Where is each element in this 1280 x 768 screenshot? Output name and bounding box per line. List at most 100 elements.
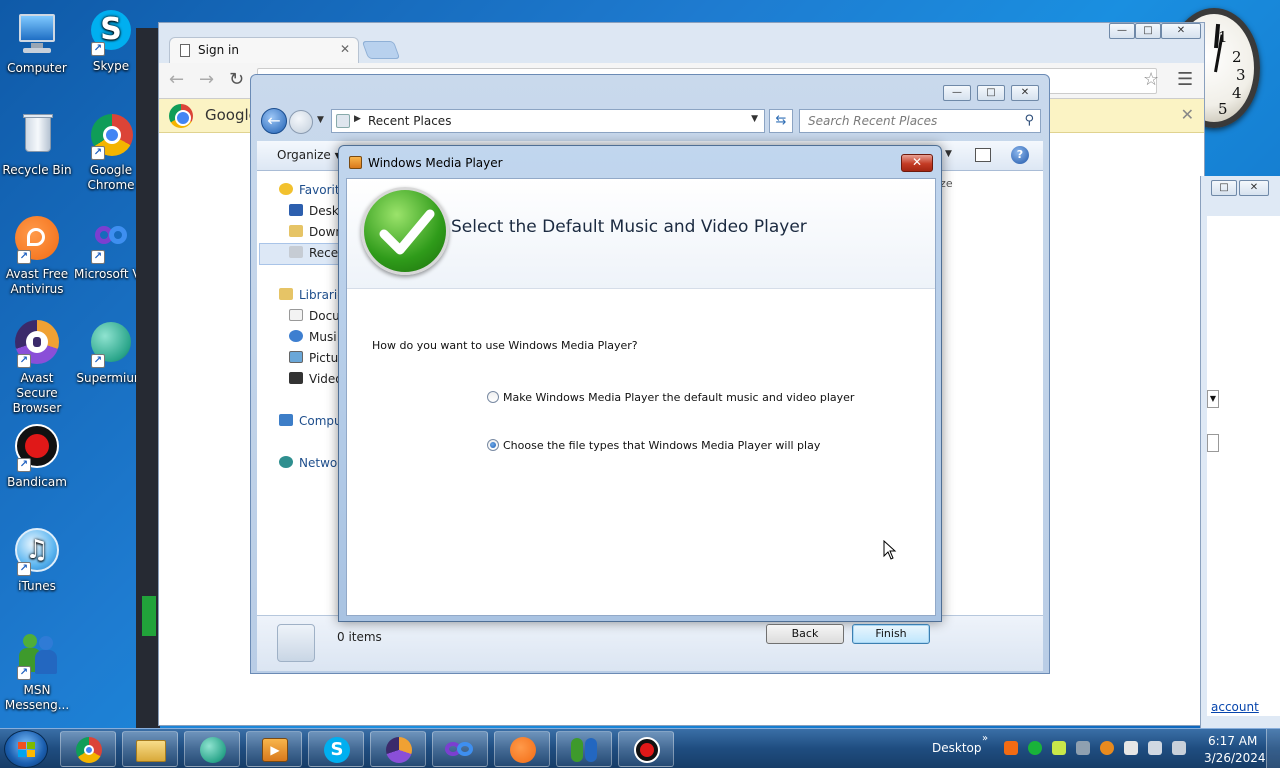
organize-menu[interactable]: Organize ▾ [277,148,341,162]
start-button[interactable] [4,730,48,768]
address-dropdown-icon[interactable]: ▼ [751,114,758,124]
explorer-minimize-button[interactable]: — [943,85,971,101]
reload-icon[interactable]: ↻ [229,69,244,90]
desktop-icon-label: iTunes [18,579,56,593]
desktop-icon-computer[interactable]: Computer [0,10,74,76]
itunes-icon: ♫ ↗ [13,528,61,576]
nav-pictures[interactable]: Pictu [289,351,338,365]
computer-icon [279,414,293,426]
forward-button[interactable] [289,110,313,134]
show-desktop-button[interactable] [1266,729,1280,768]
libraries-icon [279,288,293,300]
taskbar-supermium[interactable] [184,731,240,767]
taskbar-msn[interactable] [556,731,612,767]
radio-choose-file-types[interactable] [487,439,499,451]
flag-tray-icon[interactable] [1124,741,1138,755]
dropdown-arrow-icon[interactable]: ▼ [1207,390,1219,408]
forward-arrow-icon[interactable]: → [199,69,214,90]
nav-libraries[interactable]: Librarie [279,288,345,302]
search-input[interactable]: Search Recent Places ⚲ [799,109,1041,133]
desktop-icon-bandicam[interactable]: ↗ Bandicam [0,424,74,490]
desktop-icon-recycle-bin[interactable]: Recycle Bin [0,112,74,178]
clock-time[interactable]: 6:17 AM [1208,734,1257,748]
menu-icon[interactable]: ☰ [1177,69,1193,90]
nav-label: Compu [299,414,342,428]
desktop-icon-itunes[interactable]: ♫ ↗ iTunes [0,528,74,594]
nav-videos[interactable]: Video [289,372,343,386]
desktop-toolbar-label[interactable]: Desktop [932,741,982,755]
tools-tray-icon[interactable] [1076,741,1090,755]
option-choose-file-types[interactable]: Choose the file types that Windows Media… [487,439,820,452]
volume-muted-tray-icon[interactable] [1172,741,1186,755]
preview-pane-icon[interactable] [975,148,991,162]
address-bar[interactable]: ▶ Recent Places ▼ [331,109,765,133]
recent-places-large-icon [277,624,315,662]
desktop-icon-label: Skype [92,59,130,73]
nav-computer[interactable]: Compu [279,414,342,428]
taskbar-skype[interactable]: S [308,731,364,767]
tab-sign-in[interactable]: Sign in ✕ [169,37,359,63]
visual-studio-icon: ↗ [87,216,135,264]
nav-label: Networ [299,456,343,470]
option-default-player[interactable]: Make Windows Media Player the default mu… [487,391,854,404]
clock-date[interactable]: 3/26/2024 [1204,751,1266,765]
explorer-close-button[interactable]: ✕ [1011,85,1039,101]
text-field[interactable] [1207,434,1219,452]
nav-downloads[interactable]: Down [289,225,343,239]
right-window-close-button[interactable]: ✕ [1239,180,1269,196]
help-icon[interactable]: ? [1011,146,1029,164]
search-tray-icon[interactable] [1100,741,1114,755]
dialog-close-button[interactable]: ✕ [901,154,933,172]
notes-tray-icon[interactable] [1052,741,1066,755]
nav-music[interactable]: Musi [289,330,337,344]
taskbar-chrome[interactable] [60,731,116,767]
view-options-icon[interactable]: ▼ [945,149,952,159]
new-tab-button[interactable] [361,41,401,59]
toolbar-expand-icon[interactable]: » [982,733,988,744]
radio-default-player[interactable] [487,391,499,403]
bookmark-star-icon[interactable]: ☆ [1143,69,1159,90]
infobar-close-icon[interactable]: ✕ [1181,105,1194,124]
downloads-folder-icon [289,225,303,237]
desktop-icon-avast-browser[interactable]: ↗ Avast Secure Browser [0,320,74,416]
taskbar-avast-browser[interactable] [370,731,426,767]
nav-favorites[interactable]: Favorit [279,183,340,197]
taskbar-explorer[interactable] [122,731,178,767]
search-icon: ⚲ [1024,113,1034,128]
account-link[interactable]: account [1211,700,1259,714]
nav-desktop[interactable]: Deskt [289,204,344,218]
taskbar-visual-studio[interactable] [432,731,488,767]
chrome-minimize-button[interactable]: — [1109,23,1135,39]
chrome-close-button[interactable]: ✕ [1161,23,1201,39]
skype-icon: S ↗ [87,8,135,56]
chrome-center-icon [84,745,94,755]
msn-messenger-icon [571,738,583,762]
avast-tray-icon[interactable] [1004,741,1018,755]
nav-documents[interactable]: Docu [289,309,340,323]
desktop-icon-avast[interactable]: ↗ Avast Free Antivirus [0,216,74,297]
taskbar-avast[interactable] [494,731,550,767]
refresh-button[interactable]: ⇆ [769,109,793,133]
desktop-icon-label: Recycle Bin [2,163,72,177]
right-window-maximize-button[interactable]: □ [1211,180,1237,196]
network-tray-icon[interactable] [1148,741,1162,755]
option-label: Choose the file types that Windows Media… [503,439,821,452]
close-tab-icon[interactable]: ✕ [340,42,350,56]
green-indicator [142,596,156,636]
document-icon [180,44,190,57]
back-button[interactable]: Back [766,624,844,644]
back-arrow-icon[interactable]: ← [169,69,184,90]
nav-network[interactable]: Networ [279,456,342,470]
supermium-icon: ↗ [87,320,135,368]
recent-places-icon [336,114,350,128]
status-tray-icon[interactable] [1028,741,1042,755]
desktop-icon-msn[interactable]: ↗ MSN Messeng... [0,632,74,713]
tab-title: Sign in [198,43,239,57]
history-dropdown-icon[interactable]: ▼ [317,115,324,125]
taskbar-bandicam[interactable] [618,731,674,767]
back-button[interactable]: ← [261,108,287,134]
chrome-maximize-button[interactable]: □ [1135,23,1161,39]
explorer-maximize-button[interactable]: □ [977,85,1005,101]
finish-button[interactable]: Finish [852,624,930,644]
taskbar-media-player[interactable]: ▶ [246,731,302,767]
